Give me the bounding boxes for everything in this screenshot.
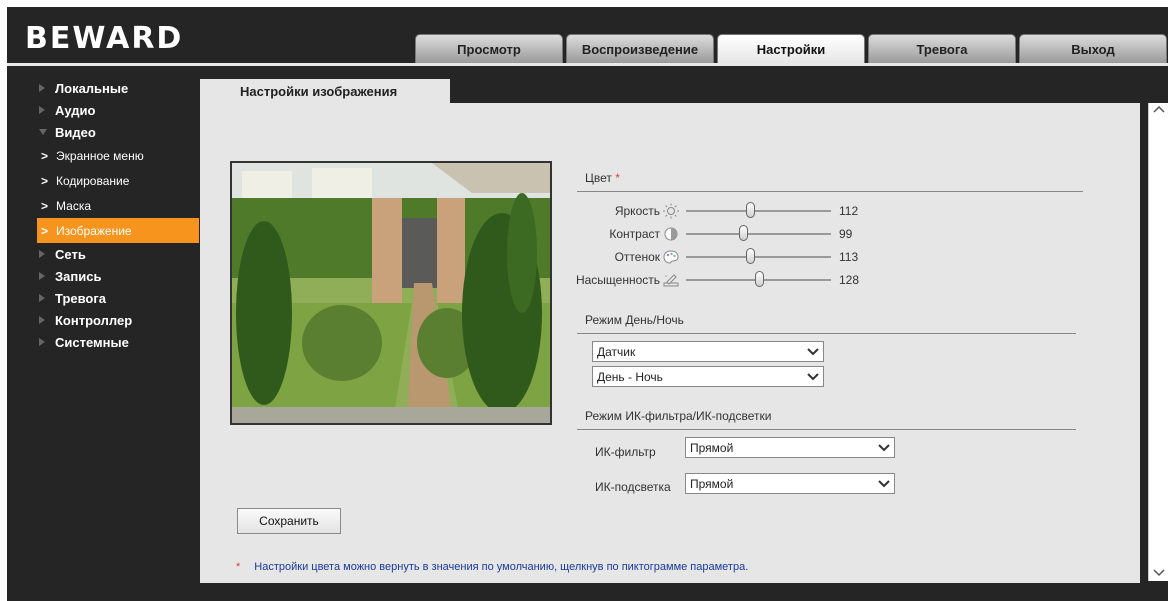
triangle-right-icon bbox=[39, 250, 45, 258]
sidebar-item-local[interactable]: Локальные bbox=[7, 77, 199, 99]
brightness-slider[interactable] bbox=[686, 202, 831, 218]
sidebar-item-controller[interactable]: Контроллер bbox=[7, 309, 199, 331]
contrast-slider[interactable] bbox=[686, 225, 831, 241]
chevron-down-icon bbox=[807, 373, 819, 381]
triangle-right-icon bbox=[39, 338, 45, 346]
chevron-down-icon bbox=[878, 480, 890, 488]
camera-preview bbox=[230, 161, 552, 425]
ir-light-select[interactable]: Прямой bbox=[685, 473, 895, 494]
tab-playback[interactable]: Воспроизведение bbox=[566, 34, 714, 63]
hue-slider-thumb[interactable] bbox=[746, 248, 755, 264]
saturation-icon[interactable] bbox=[662, 272, 680, 288]
sidebar: Локальные Аудио Видео > Экранное меню > … bbox=[7, 77, 199, 353]
brightness-row: Яркость 112 bbox=[570, 201, 858, 221]
saturation-slider-thumb[interactable] bbox=[755, 271, 764, 287]
brightness-label: Яркость bbox=[614, 204, 660, 218]
daynight-schedule-select[interactable]: День - Ночь bbox=[592, 366, 824, 387]
sidebar-item-label: Контроллер bbox=[55, 312, 133, 328]
chevron-right-icon: > bbox=[41, 198, 49, 213]
sidebar-item-label: Аудио bbox=[55, 102, 96, 118]
tab-alarm[interactable]: Тревога bbox=[868, 34, 1016, 63]
sidebar-item-video[interactable]: Видео bbox=[7, 121, 199, 143]
saturation-value: 128 bbox=[839, 273, 860, 287]
chevron-right-icon: > bbox=[41, 223, 49, 238]
sidebar-item-system[interactable]: Системные bbox=[7, 331, 199, 353]
daynight-mode-select[interactable]: Датчик bbox=[592, 341, 824, 362]
triangle-right-icon bbox=[39, 294, 45, 302]
ir-section-title: Режим ИК-фильтра/ИК-подсветки bbox=[585, 409, 772, 423]
triangle-down-icon bbox=[39, 129, 47, 135]
sidebar-subitem-encoding[interactable]: > Кодирование bbox=[7, 168, 199, 193]
sidebar-item-label: Тревога bbox=[55, 290, 107, 306]
triangle-right-icon bbox=[39, 84, 45, 92]
ir-light-label: ИК-подсветка bbox=[595, 480, 671, 494]
brightness-icon[interactable] bbox=[662, 203, 680, 219]
chevron-right-icon: > bbox=[41, 173, 49, 188]
sidebar-subitem-mask[interactable]: > Маска bbox=[7, 193, 199, 218]
color-section-divider bbox=[577, 191, 1083, 192]
hue-slider[interactable] bbox=[686, 248, 831, 264]
image-settings-panel: Цвет * Яркость 112 Контраст 99 Оттенок 1… bbox=[200, 103, 1140, 583]
app-window: BEWARD Просмотр Воспроизведение Настройк… bbox=[7, 7, 1168, 601]
contrast-slider-thumb[interactable] bbox=[739, 225, 748, 241]
tab-settings[interactable]: Настройки bbox=[717, 34, 865, 63]
sidebar-item-network[interactable]: Сеть bbox=[7, 243, 199, 265]
scroll-down-icon[interactable] bbox=[1152, 565, 1166, 579]
daynight-section-title: Режим День/Ночь bbox=[585, 313, 684, 327]
hue-row: Оттенок 113 bbox=[570, 247, 858, 267]
brightness-value: 112 bbox=[839, 204, 859, 218]
ir-section-divider bbox=[577, 429, 1076, 430]
garden-preview-image bbox=[232, 163, 550, 423]
top-nav: Просмотр Воспроизведение Настройки Трево… bbox=[415, 34, 1168, 63]
sidebar-item-label: Системные bbox=[55, 334, 129, 350]
sidebar-item-label: Видео bbox=[55, 124, 96, 140]
triangle-right-icon bbox=[39, 272, 45, 280]
chevron-down-icon bbox=[878, 444, 890, 452]
reset-hint-note: * Настройки цвета можно вернуть в значени… bbox=[236, 561, 749, 573]
scroll-up-icon[interactable] bbox=[1152, 103, 1166, 117]
tab-view[interactable]: Просмотр bbox=[415, 34, 563, 63]
sidebar-subitem-label: Кодирование bbox=[56, 173, 130, 188]
contrast-icon[interactable] bbox=[662, 226, 680, 242]
beward-logo: BEWARD bbox=[25, 21, 184, 56]
triangle-right-icon bbox=[39, 316, 45, 324]
ir-filter-label: ИК-фильтр bbox=[595, 445, 656, 459]
sidebar-item-alarm[interactable]: Тревога bbox=[7, 287, 199, 309]
sidebar-item-audio[interactable]: Аудио bbox=[7, 99, 199, 121]
triangle-right-icon bbox=[39, 106, 45, 114]
saturation-row: Насыщенность 128 bbox=[570, 270, 859, 290]
saturation-label: Насыщенность bbox=[575, 273, 660, 287]
contrast-value: 99 bbox=[839, 227, 853, 241]
sidebar-item-label: Запись bbox=[55, 268, 102, 284]
sidebar-item-label: Локальные bbox=[55, 80, 129, 96]
sidebar-subitem-image[interactable]: > Изображение bbox=[37, 218, 199, 243]
sidebar-subitem-osd[interactable]: > Экранное меню bbox=[7, 143, 199, 168]
content-scrollbar[interactable] bbox=[1148, 103, 1168, 581]
chevron-down-icon bbox=[807, 348, 819, 356]
hue-label: Оттенок bbox=[614, 250, 660, 264]
contrast-row: Контраст 99 bbox=[570, 224, 852, 244]
ir-filter-select[interactable]: Прямой bbox=[685, 437, 895, 458]
contrast-label: Контраст bbox=[609, 227, 660, 241]
brightness-slider-thumb[interactable] bbox=[746, 202, 755, 218]
saturation-slider[interactable] bbox=[686, 271, 831, 287]
chevron-right-icon: > bbox=[41, 148, 49, 163]
daynight-section-divider bbox=[577, 333, 1076, 334]
header-divider bbox=[7, 63, 1168, 66]
tab-exit[interactable]: Выход bbox=[1019, 34, 1167, 63]
hue-icon[interactable] bbox=[662, 249, 680, 265]
sidebar-item-record[interactable]: Запись bbox=[7, 265, 199, 287]
hue-value: 113 bbox=[839, 250, 859, 264]
sidebar-subitem-label: Маска bbox=[56, 198, 92, 213]
color-section-title: Цвет * bbox=[585, 171, 620, 185]
sidebar-subitem-label: Экранное меню bbox=[56, 148, 144, 163]
sidebar-subitem-label: Изображение bbox=[56, 223, 132, 238]
sidebar-item-label: Сеть bbox=[55, 246, 86, 262]
content-tab-image-settings[interactable]: Настройки изображения bbox=[200, 79, 450, 103]
save-button[interactable]: Сохранить bbox=[237, 508, 341, 534]
